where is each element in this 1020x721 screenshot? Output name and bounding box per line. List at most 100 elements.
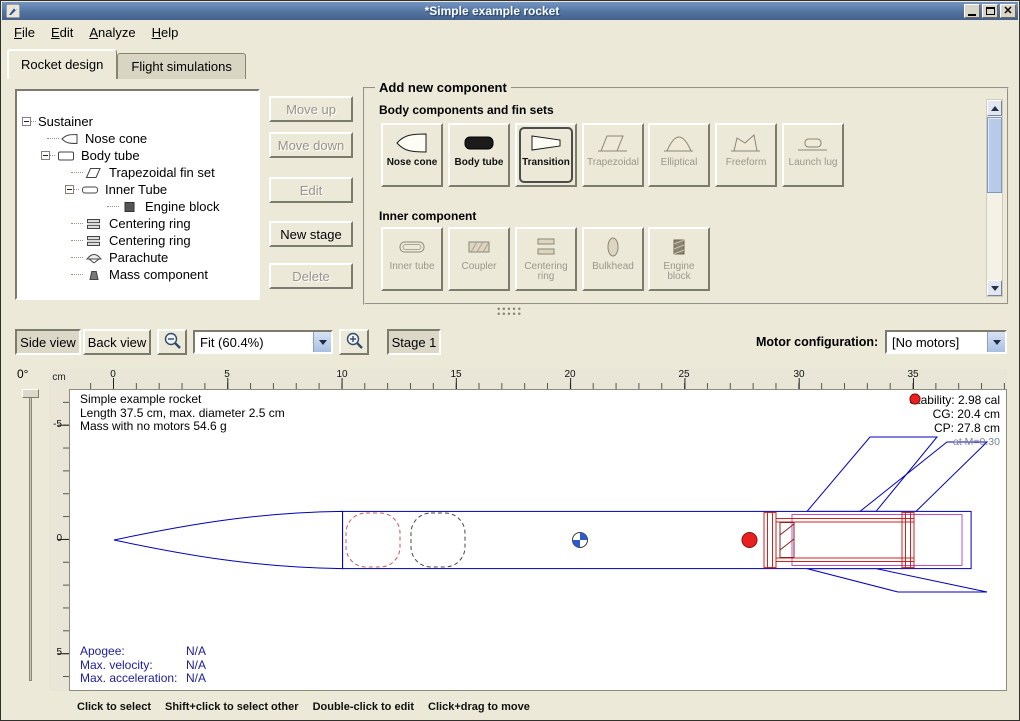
stage-1-toggle-button[interactable]: Stage 1 (387, 329, 441, 355)
rocket-dimensions: Length 37.5 cm, max. diameter 2.5 cm (80, 407, 285, 421)
back-view-button[interactable]: Back view (83, 329, 151, 355)
tab-flight-simulations[interactable]: Flight simulations (117, 53, 245, 79)
zoom-out-button[interactable] (157, 329, 187, 355)
tree-item-trapezoidal-fin-set[interactable]: Trapezoidal fin set (17, 164, 258, 181)
add-coupler-button[interactable]: Coupler (448, 227, 510, 291)
stability-block: Stability: 2.98 cal CG: 20.4 cm CP: 27.8… (909, 393, 1000, 449)
maximize-button[interactable] (982, 4, 998, 18)
vertical-ruler: -5 0 5 (49, 389, 69, 691)
collapse-icon[interactable] (41, 151, 50, 160)
zoom-level-combobox[interactable]: Fit (60.4%) (193, 330, 333, 354)
group-title: Add new component (375, 80, 511, 95)
combo-arrow-button[interactable] (987, 332, 1005, 352)
move-up-button[interactable]: Move up (269, 96, 353, 122)
tab-rocket-design[interactable]: Rocket design (7, 49, 117, 79)
menu-edit[interactable]: Edit (43, 21, 81, 44)
parachute-icon (85, 252, 103, 264)
add-nose-cone-button[interactable]: Nose cone (381, 123, 443, 187)
chevron-down-icon (319, 340, 327, 345)
rocket-info-block: Simple example rocket Length 37.5 cm, ma… (80, 393, 285, 434)
component-panel-scrollbar[interactable] (986, 99, 1003, 297)
scroll-down-button[interactable] (987, 280, 1002, 296)
rotation-slider[interactable] (15, 385, 47, 685)
fin-far-outline[interactable] (860, 442, 987, 511)
tree-item-nose-cone[interactable]: Nose cone (17, 130, 258, 147)
menu-help[interactable]: Help (144, 21, 187, 44)
zoom-in-button[interactable] (339, 329, 369, 355)
fin-set-icon (85, 167, 103, 179)
tree-item-centering-ring-1[interactable]: Centering ring (17, 215, 258, 232)
hint-double-click: Double-click to edit (313, 701, 414, 713)
tree-item-body-tube[interactable]: Body tube (17, 147, 258, 164)
combo-arrow-button[interactable] (313, 332, 331, 352)
add-new-component-group: Add new component Body components and fi… (363, 87, 1009, 305)
menu-analyze[interactable]: Analyze (81, 21, 143, 44)
add-centering-ring-button[interactable]: Centering ring (515, 227, 577, 291)
horizontal-ruler: 0 5 10 15 20 25 30 35 (69, 369, 1007, 389)
fin-bottom-outline[interactable] (807, 569, 987, 592)
delete-button[interactable]: Delete (269, 263, 353, 289)
engine-block-icon (121, 201, 139, 213)
side-view-button[interactable]: Side view (15, 329, 81, 355)
apogee-value: N/A (186, 644, 206, 658)
elliptical-fin-icon (662, 130, 696, 158)
body-tube-outline[interactable] (343, 511, 972, 568)
ruler-tick-label: 15 (446, 369, 466, 380)
tree-item-inner-tube[interactable]: Inner Tube (17, 181, 258, 198)
scrollbar-thumb[interactable] (987, 117, 1002, 193)
tree-item-rocket[interactable]: Simple example rocket (17, 96, 258, 113)
mach-condition: at M=0.30 (953, 435, 1000, 449)
engine-block-icon (662, 234, 696, 262)
add-inner-tube-button[interactable]: Inner tube (381, 227, 443, 291)
add-launch-lug-button[interactable]: Launch lug (782, 123, 844, 187)
title-bar[interactable]: *Simple example rocket ✕ (2, 2, 1018, 20)
nose-cone-outline[interactable] (114, 511, 343, 568)
rotation-slider-handle[interactable] (22, 389, 39, 398)
ruler-tick-label: -5 (50, 419, 62, 430)
tree-item-label: Trapezoidal fin set (107, 165, 217, 180)
motor-configuration-value: [No motors] (887, 335, 987, 350)
ruler-unit-label: cm (49, 369, 69, 389)
menu-file[interactable]: File (6, 21, 43, 44)
add-transition-button[interactable]: Transition (515, 123, 577, 187)
collapse-icon[interactable] (65, 185, 74, 194)
rocket-mass: Mass with no motors 54.6 g (80, 420, 285, 434)
tree-item-sustainer[interactable]: Sustainer (17, 113, 258, 130)
max-velocity-value: N/A (186, 658, 206, 672)
component-tree[interactable]: Simple example rocket Sustainer Nose con… (15, 89, 260, 300)
add-freeform-fin-button[interactable]: Freeform (715, 123, 777, 187)
component-button-label: Engine block (650, 262, 708, 282)
add-body-tube-button[interactable]: Body tube (448, 123, 510, 187)
component-button-label: Trapezoidal (586, 158, 640, 168)
minimize-button[interactable] (964, 4, 980, 18)
scroll-up-button[interactable] (987, 100, 1002, 116)
ruler-tick-label: 5 (50, 647, 62, 658)
add-engine-block-button[interactable]: Engine block (648, 227, 710, 291)
tree-item-parachute[interactable]: Parachute (17, 249, 258, 266)
add-trapezoidal-fin-button[interactable]: Trapezoidal (582, 123, 644, 187)
arrow-up-icon (991, 106, 999, 111)
splitter[interactable]: •••••••••• (1, 307, 1019, 319)
tree-item-centering-ring-2[interactable]: Centering ring (17, 232, 258, 249)
main-tabs: Rocket design Flight simulations (7, 45, 246, 79)
new-stage-button[interactable]: New stage (269, 221, 353, 247)
window-title: *Simple example rocket (20, 2, 964, 20)
add-bulkhead-button[interactable]: Bulkhead (582, 227, 644, 291)
close-button[interactable]: ✕ (1000, 4, 1016, 18)
coupler-icon (462, 234, 496, 262)
body-components-section-label: Body components and fin sets (379, 103, 554, 117)
collapse-icon[interactable] (22, 117, 31, 126)
cp-marker (742, 533, 757, 548)
tree-item-label: Centering ring (107, 216, 193, 231)
motor-configuration-combobox[interactable]: [No motors] (885, 330, 1007, 354)
add-elliptical-fin-button[interactable]: Elliptical (648, 123, 710, 187)
move-down-button[interactable]: Move down (269, 132, 353, 158)
tree-item-engine-block[interactable]: Engine block (17, 198, 258, 215)
minimize-icon (968, 14, 976, 16)
edit-button[interactable]: Edit (269, 177, 353, 203)
apogee-label: Apogee: (80, 645, 186, 659)
rotation-slider-track[interactable] (29, 393, 32, 681)
cp-value: CP: 27.8 cm (934, 421, 1000, 435)
rocket-drawing-area[interactable]: Simple example rocket Length 37.5 cm, ma… (69, 389, 1007, 691)
tree-item-mass-component[interactable]: Mass component (17, 266, 258, 283)
